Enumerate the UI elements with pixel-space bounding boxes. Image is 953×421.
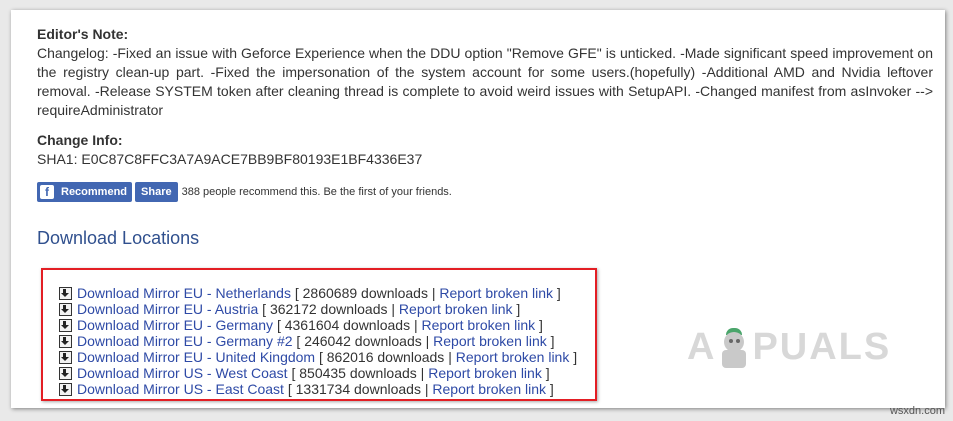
changelog-text: Changelog: -Fixed an issue with Geforce …: [37, 45, 933, 118]
list-item: Download Mirror EU - Netherlands [ 28606…: [59, 285, 577, 301]
download-count: 4361604 downloads: [284, 317, 411, 333]
list-item: Download Mirror EU - Germany [ 4361604 d…: [59, 317, 577, 333]
watermark-letters: PUALS: [752, 326, 892, 368]
content-area: Editor's Note: Changelog: -Fixed an issu…: [37, 26, 933, 249]
list-item: Download Mirror US - East Coast [ 133173…: [59, 381, 577, 397]
download-locations-title: Download Locations: [37, 228, 200, 248]
report-broken-link[interactable]: Report broken link: [433, 333, 547, 349]
list-item: Download Mirror EU - United Kingdom [ 86…: [59, 349, 577, 365]
report-broken-link[interactable]: Report broken link: [422, 317, 536, 333]
mirror-link[interactable]: Download Mirror EU - Netherlands: [77, 285, 291, 301]
download-icon: [59, 302, 72, 316]
list-item: Download Mirror EU - Germany #2 [ 246042…: [59, 333, 577, 349]
list-item: Download Mirror US - West Coast [ 850435…: [59, 365, 577, 381]
mirror-link[interactable]: Download Mirror US - East Coast: [77, 381, 284, 397]
appuals-watermark: A PUALS: [687, 326, 891, 369]
facebook-icon: f: [40, 185, 54, 199]
change-info-heading: Change Info:: [37, 132, 123, 148]
share-button[interactable]: Share: [135, 182, 178, 202]
mascot-icon: [717, 327, 751, 368]
mirror-link[interactable]: Download Mirror EU - United Kingdom: [77, 349, 315, 365]
download-icon: [59, 286, 72, 300]
download-icon: [59, 318, 72, 332]
download-icon: [59, 366, 72, 380]
site-watermark: wsxdn.com: [889, 405, 945, 417]
download-count: 362172 downloads: [269, 301, 388, 317]
download-icon: [59, 350, 72, 364]
editor-note-heading: Editor's Note:: [37, 26, 129, 42]
report-broken-link[interactable]: Report broken link: [439, 285, 553, 301]
download-icon: [59, 382, 72, 396]
download-count: 850435 downloads: [299, 365, 417, 381]
download-count: 246042 downloads: [304, 333, 422, 349]
download-count: 862016 downloads: [326, 349, 445, 365]
mirror-link[interactable]: Download Mirror US - West Coast: [77, 365, 288, 381]
report-broken-link[interactable]: Report broken link: [428, 365, 542, 381]
mirror-list-highlight: Download Mirror EU - Netherlands [ 28606…: [41, 268, 597, 401]
mirror-link[interactable]: Download Mirror EU - Germany #2: [77, 333, 293, 349]
report-broken-link[interactable]: Report broken link: [399, 301, 513, 317]
recommend-button[interactable]: f Recommend: [37, 182, 133, 202]
download-count: 2860689 downloads: [302, 285, 428, 301]
download-icon: [59, 334, 72, 348]
page-frame: Editor's Note: Changelog: -Fixed an issu…: [11, 10, 945, 408]
recommend-label: Recommend: [61, 186, 128, 198]
report-broken-link[interactable]: Report broken link: [456, 349, 570, 365]
recommend-count-text: 388 people recommend this. Be the first …: [181, 186, 452, 198]
mirror-link[interactable]: Download Mirror EU - Austria: [77, 301, 258, 317]
social-bar: f Recommend Share 388 people recommend t…: [37, 182, 933, 202]
watermark-letter-a: A: [687, 326, 717, 368]
report-broken-link[interactable]: Report broken link: [432, 381, 546, 397]
download-count: 1331734 downloads: [295, 381, 421, 397]
sha1-value: SHA1: E0C87C8FFC3A7A9ACE7BB9BF80193E1BF4…: [37, 151, 423, 167]
mirror-link[interactable]: Download Mirror EU - Germany: [77, 317, 273, 333]
list-item: Download Mirror EU - Austria [ 362172 do…: [59, 301, 577, 317]
mirror-list: Download Mirror EU - Netherlands [ 28606…: [59, 285, 577, 397]
